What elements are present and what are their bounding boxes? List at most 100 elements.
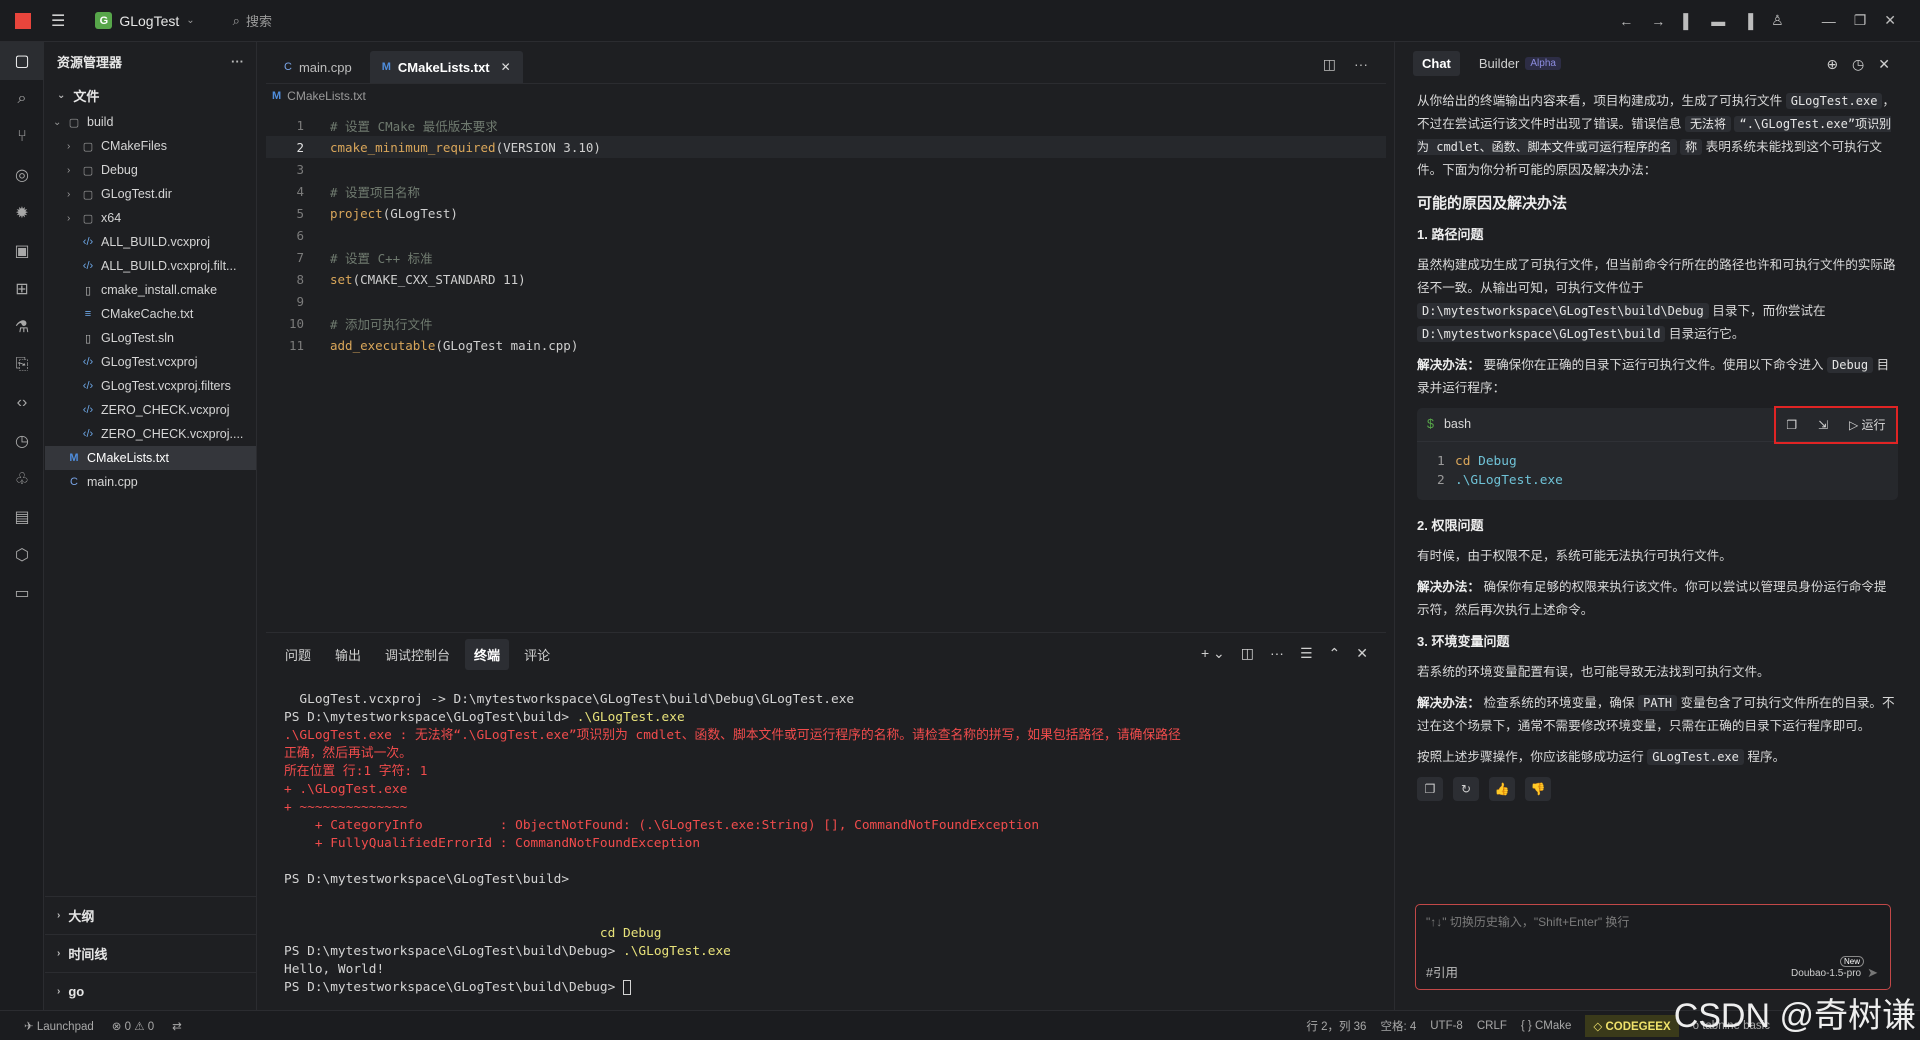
tree-item-label: build	[87, 115, 114, 129]
regenerate-icon[interactable]: ↻	[1453, 777, 1479, 801]
more-icon[interactable]: ···	[1270, 645, 1284, 662]
tree-item[interactable]: ≡ CMakeCache.txt	[45, 302, 256, 326]
history-icon[interactable]: ◷	[1852, 56, 1864, 73]
forward-arrow-icon[interactable]: →	[1651, 13, 1665, 29]
search-icon[interactable]: ⌕	[0, 80, 44, 118]
tab-chat[interactable]: Chat	[1413, 50, 1460, 76]
line-ending[interactable]: CRLF	[1477, 1020, 1507, 1032]
tree-item[interactable]: Cmain.cpp	[45, 470, 256, 494]
tree-item[interactable]: › ▢ Debug	[45, 158, 256, 182]
tree-item[interactable]: ⌄ ▢ build	[45, 110, 256, 134]
project-selector[interactable]: G GLogTest ⌄	[95, 12, 195, 29]
new-terminal-icon[interactable]: + ⌄	[1201, 645, 1225, 662]
bookmark-icon[interactable]: ⎘	[0, 346, 44, 384]
more-icon[interactable]: ···	[231, 54, 244, 69]
code-block-line-number: 2	[1437, 473, 1445, 488]
tree-item[interactable]: › ▢ GLogTest.dir	[45, 182, 256, 206]
remote-icon[interactable]: ◎	[0, 156, 44, 194]
send-icon[interactable]: ➤	[1867, 965, 1878, 981]
tree-item[interactable]: ‹/› GLogTest.vcxproj	[45, 350, 256, 374]
run-code-button[interactable]: ▷ 运行	[1849, 414, 1886, 437]
ports-icon[interactable]: ⇄	[172, 1019, 182, 1033]
section-outline[interactable]: › 大纲	[45, 896, 256, 934]
indentation[interactable]: 空格: 4	[1380, 1018, 1416, 1034]
launchpad-button[interactable]: ✈ Launchpad	[24, 1019, 94, 1033]
close-panel-icon[interactable]: ✕	[1356, 645, 1368, 662]
split-editor-icon[interactable]: ◫	[1323, 56, 1336, 73]
section-files[interactable]: ⌄ 文件	[45, 80, 256, 110]
code-icon[interactable]: ‹›	[0, 384, 44, 422]
debug-icon[interactable]: ✹	[0, 194, 44, 232]
insert-code-icon[interactable]: ⇲	[1818, 414, 1828, 437]
chat-icon[interactable]: ▭	[0, 574, 44, 612]
tree-item[interactable]: › ▢ x64	[45, 206, 256, 230]
restore-icon[interactable]: ❐	[1854, 12, 1867, 29]
problems-indicator[interactable]: ⊗ 0 ⚠ 0	[112, 1019, 154, 1033]
code-editor[interactable]: 1 # 设置 CMake 最低版本要求 2 cmake_minimum_require…	[266, 108, 1386, 356]
toggle-secondary-sidebar-icon[interactable]: ▐	[1743, 13, 1753, 29]
tree-item[interactable]: ‹/› GLogTest.vcxproj.filters	[45, 374, 256, 398]
split-terminal-icon[interactable]: ◫	[1241, 645, 1254, 662]
menu-icon[interactable]: ☰	[51, 11, 65, 31]
testing-icon[interactable]: ⚗	[0, 308, 44, 346]
section-go[interactable]: › go	[45, 972, 256, 1010]
thumbs-down-icon[interactable]: 👎	[1525, 777, 1551, 801]
encoding[interactable]: UTF-8	[1430, 1020, 1463, 1032]
tree-icon[interactable]: ♧	[0, 460, 44, 498]
breadcrumb[interactable]: M CMakeLists.txt	[266, 84, 1386, 108]
cursor-position[interactable]: 行 2，列 36	[1306, 1018, 1366, 1034]
chat-input-placeholder: "↑↓" 切换历史输入，"Shift+Enter" 换行	[1426, 915, 1630, 929]
tab-builder[interactable]: Builder Alpha	[1470, 51, 1570, 76]
copy-code-icon[interactable]: ❐	[1786, 414, 1797, 437]
more-icon[interactable]: ···	[1354, 56, 1368, 73]
docs-icon[interactable]: ▤	[0, 498, 44, 536]
toggle-sidebar-icon[interactable]: ▌	[1683, 13, 1693, 29]
panel-tab[interactable]: 终端	[465, 638, 510, 670]
thumbs-up-icon[interactable]: 👍	[1489, 777, 1515, 801]
back-arrow-icon[interactable]: ←	[1619, 13, 1633, 29]
explorer-icon[interactable]: ▢	[0, 42, 44, 80]
minimize-icon[interactable]: —	[1822, 13, 1836, 29]
code-line: 3	[266, 158, 1386, 180]
timeline-icon[interactable]: ◷	[0, 422, 44, 460]
reference-button[interactable]: #引用	[1426, 962, 1458, 981]
code-comment: # 设置 CMake 最低版本要求	[330, 118, 498, 134]
copy-icon[interactable]: ❐	[1417, 777, 1443, 801]
tree-item[interactable]: M CMakeLists.txt	[45, 446, 256, 470]
section-timeline[interactable]: › 时间线	[45, 934, 256, 972]
panel-tab[interactable]: 输出	[326, 639, 370, 670]
tree-item[interactable]: › ▢ CMakeFiles	[45, 134, 256, 158]
toggle-panel-icon[interactable]: ▬	[1711, 13, 1725, 29]
package-icon[interactable]: ⬡	[0, 536, 44, 574]
remote-explorer-icon[interactable]: ▣	[0, 232, 44, 270]
model-selector[interactable]: Doubao-1.5-pro ➤	[1791, 965, 1878, 981]
tree-item[interactable]: ‹/› ZERO_CHECK.vcxproj	[45, 398, 256, 422]
extensions-icon[interactable]: ⊞	[0, 270, 44, 308]
tree-item[interactable]: ▯ GLogTest.sln	[45, 326, 256, 350]
language-mode[interactable]: { } CMake	[1521, 1020, 1572, 1032]
editor-tab[interactable]: M CMakeLists.txt ✕	[369, 51, 523, 83]
code-function: cmake_minimum_required	[330, 139, 496, 155]
terminal-output[interactable]: GLogTest.vcxproj -> D:\mytestworkspace\G…	[266, 675, 1386, 997]
close-window-icon[interactable]: ✕	[1884, 12, 1896, 29]
close-chat-icon[interactable]: ✕	[1878, 56, 1890, 73]
chat-input[interactable]: "↑↓" 切换历史输入，"Shift+Enter" 换行 #引用 New Dou…	[1415, 904, 1891, 990]
tree-item[interactable]: ‹/› ALL_BUILD.vcxproj	[45, 230, 256, 254]
new-chat-icon[interactable]: ⊕	[1826, 56, 1838, 73]
account-icon[interactable]: ♙	[1771, 12, 1784, 29]
global-search[interactable]: ⌕ 搜索	[233, 11, 272, 30]
panel-tab[interactable]: 调试控制台	[376, 639, 459, 670]
panel-tab[interactable]: 评论	[515, 639, 559, 670]
editor-area: Cmain.cpp M CMakeLists.txt ✕ ◫ ··· M CMakeL…	[266, 42, 1386, 624]
editor-tab[interactable]: Cmain.cpp	[272, 51, 364, 83]
tree-item[interactable]: ‹/› ALL_BUILD.vcxproj.filt...	[45, 254, 256, 278]
source-control-icon[interactable]: ⑂	[0, 118, 44, 156]
tree-item[interactable]: ‹/› ZERO_CHECK.vcxproj....	[45, 422, 256, 446]
maximize-panel-icon[interactable]: ⌃	[1329, 645, 1341, 662]
codegeex-status[interactable]: ◇ CODEGEEX	[1585, 1014, 1679, 1037]
tree-item[interactable]: ▯ cmake_install.cmake	[45, 278, 256, 302]
close-tab-icon[interactable]: ✕	[501, 60, 511, 74]
line-number: 8	[296, 271, 304, 287]
settings-icon[interactable]: ☰	[1300, 645, 1313, 662]
panel-tab[interactable]: 问题	[276, 639, 320, 670]
